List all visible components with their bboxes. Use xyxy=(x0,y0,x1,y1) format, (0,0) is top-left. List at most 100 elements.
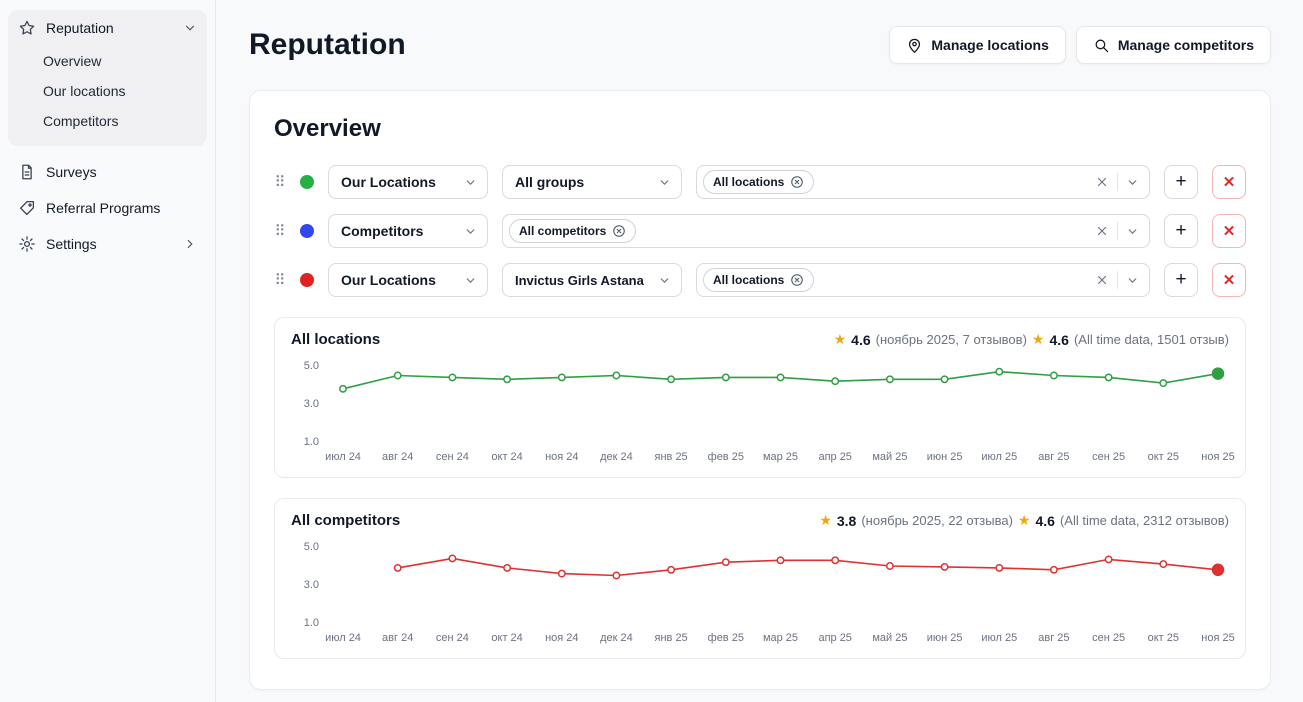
locations-multiselect[interactable]: All locations xyxy=(696,263,1150,297)
data-point xyxy=(777,374,783,380)
x-tick-label: ноя 24 xyxy=(545,451,578,463)
data-point xyxy=(996,565,1002,571)
star-icon: ★ xyxy=(819,512,832,529)
data-point xyxy=(941,376,947,382)
gear-icon xyxy=(18,235,36,253)
x-tick-label: июн 25 xyxy=(927,632,963,644)
chevron-down-icon[interactable] xyxy=(1126,274,1139,287)
x-tick-label: июл 24 xyxy=(325,632,361,644)
source-select[interactable]: Our Locations xyxy=(328,165,488,199)
delete-row-button[interactable]: ✕ xyxy=(1212,263,1246,297)
delete-row-button[interactable]: ✕ xyxy=(1212,165,1246,199)
star-icon: ★ xyxy=(1032,331,1045,348)
add-row-button[interactable]: + xyxy=(1164,165,1198,199)
source-select-value: Our Locations xyxy=(341,174,436,190)
line-chart-svg xyxy=(329,358,1234,448)
chevron-down-icon[interactable] xyxy=(1126,225,1139,238)
overview-card: Overview ⠿ Our Locations All groups All … xyxy=(249,90,1271,690)
delete-row-button[interactable]: ✕ xyxy=(1212,214,1246,248)
x-tick-label: дек 24 xyxy=(600,451,633,463)
chart-header: All competitors ★ 3.8 (ноябрь 2025, 22 о… xyxy=(291,512,1229,529)
selected-chip: All locations xyxy=(703,170,814,194)
data-point xyxy=(613,372,619,378)
x-tick-label: фев 25 xyxy=(708,451,744,463)
x-axis: июл 24авг 24сен 24окт 24ноя 24дек 24янв … xyxy=(329,632,1229,648)
filter-row: ⠿ Our Locations Invictus Girls Astana Al… xyxy=(274,263,1246,297)
drag-handle-icon[interactable]: ⠿ xyxy=(274,175,286,190)
manage-locations-button[interactable]: Manage locations xyxy=(889,26,1065,64)
sidebar-item-label: Referral Programs xyxy=(46,200,160,216)
y-tick-label: 5.0 xyxy=(304,541,319,553)
header-actions: Manage locations Manage competitors xyxy=(889,26,1271,64)
x-tick-label: сен 24 xyxy=(436,451,469,463)
magnifier-icon xyxy=(1093,37,1110,54)
x-tick-label: июл 25 xyxy=(981,632,1017,644)
chevron-right-icon xyxy=(183,237,197,251)
clear-icon[interactable] xyxy=(1095,175,1109,189)
competitors-multiselect[interactable]: All competitors xyxy=(502,214,1150,248)
data-point xyxy=(1213,368,1224,379)
data-point xyxy=(723,559,729,565)
sidebar-item-our-locations[interactable]: Our locations xyxy=(43,76,207,106)
data-point xyxy=(887,563,893,569)
sidebar-item-reputation[interactable]: Reputation xyxy=(8,10,207,46)
line-chart xyxy=(329,539,1234,629)
drag-handle-icon[interactable]: ⠿ xyxy=(274,273,286,288)
month-rating-note: (ноябрь 2025, 22 отзыва) xyxy=(861,513,1013,528)
chevron-down-icon[interactable] xyxy=(1126,176,1139,189)
add-row-button[interactable]: + xyxy=(1164,214,1198,248)
x-tick-label: июл 24 xyxy=(325,451,361,463)
sidebar-group-reputation: Reputation Overview Our locations Compet… xyxy=(8,10,207,146)
data-point xyxy=(1105,556,1111,562)
source-select[interactable]: Our Locations xyxy=(328,263,488,297)
chevron-down-icon xyxy=(464,274,477,287)
x-tick-label: июл 25 xyxy=(981,451,1017,463)
x-tick-label: янв 25 xyxy=(655,451,688,463)
sidebar-item-competitors[interactable]: Competitors xyxy=(43,106,207,136)
clear-icon[interactable] xyxy=(1095,273,1109,287)
multiselect-controls xyxy=(1095,271,1139,289)
sidebar-item-settings[interactable]: Settings xyxy=(8,226,207,262)
chip-label: All locations xyxy=(713,273,784,287)
alltime-rating: 4.6 xyxy=(1049,332,1068,348)
multiselect-controls xyxy=(1095,222,1139,240)
series-color-dot xyxy=(300,175,314,189)
manage-competitors-button[interactable]: Manage competitors xyxy=(1076,26,1271,64)
clear-icon[interactable] xyxy=(1095,224,1109,238)
data-point xyxy=(504,565,510,571)
sidebar-item-referral-programs[interactable]: Referral Programs xyxy=(8,190,207,226)
source-select[interactable]: Competitors xyxy=(328,214,488,248)
add-row-button[interactable]: + xyxy=(1164,263,1198,297)
y-tick-label: 3.0 xyxy=(304,398,319,410)
sidebar-item-surveys[interactable]: Surveys xyxy=(8,154,207,190)
chart-card-all-locations: All locations ★ 4.6 (ноябрь 2025, 7 отзы… xyxy=(274,317,1246,478)
x-tick-label: апр 25 xyxy=(818,632,851,644)
group-select[interactable]: Invictus Girls Astana xyxy=(502,263,682,297)
filter-row: ⠿ Our Locations All groups All locations xyxy=(274,165,1246,199)
drag-handle-icon[interactable]: ⠿ xyxy=(274,224,286,239)
chart-card-all-competitors: All competitors ★ 3.8 (ноябрь 2025, 22 о… xyxy=(274,498,1246,659)
data-point xyxy=(1160,561,1166,567)
data-point xyxy=(668,376,674,382)
series-color-dot xyxy=(300,273,314,287)
chip-remove-icon[interactable] xyxy=(790,175,804,189)
filter-row: ⠿ Competitors All competitors + ✕ xyxy=(274,214,1246,248)
sidebar-item-overview[interactable]: Overview xyxy=(43,46,207,76)
x-tick-label: фев 25 xyxy=(708,632,744,644)
chart-ratings: ★ 4.6 (ноябрь 2025, 7 отзывов) ★ 4.6 (Al… xyxy=(834,331,1229,348)
chart-header: All locations ★ 4.6 (ноябрь 2025, 7 отзы… xyxy=(291,331,1229,348)
chevron-down-icon xyxy=(464,225,477,238)
data-point xyxy=(668,567,674,573)
x-tick-label: май 25 xyxy=(872,632,907,644)
data-point xyxy=(1105,374,1111,380)
data-point xyxy=(832,378,838,384)
chip-remove-icon[interactable] xyxy=(790,273,804,287)
group-select[interactable]: All groups xyxy=(502,165,682,199)
locations-multiselect[interactable]: All locations xyxy=(696,165,1150,199)
chip-remove-icon[interactable] xyxy=(612,224,626,238)
x-tick-label: ноя 24 xyxy=(545,632,578,644)
sidebar-item-label: Reputation xyxy=(46,20,114,36)
chart-title: All competitors xyxy=(291,512,400,529)
x-tick-label: окт 24 xyxy=(491,451,522,463)
data-line xyxy=(398,558,1218,575)
